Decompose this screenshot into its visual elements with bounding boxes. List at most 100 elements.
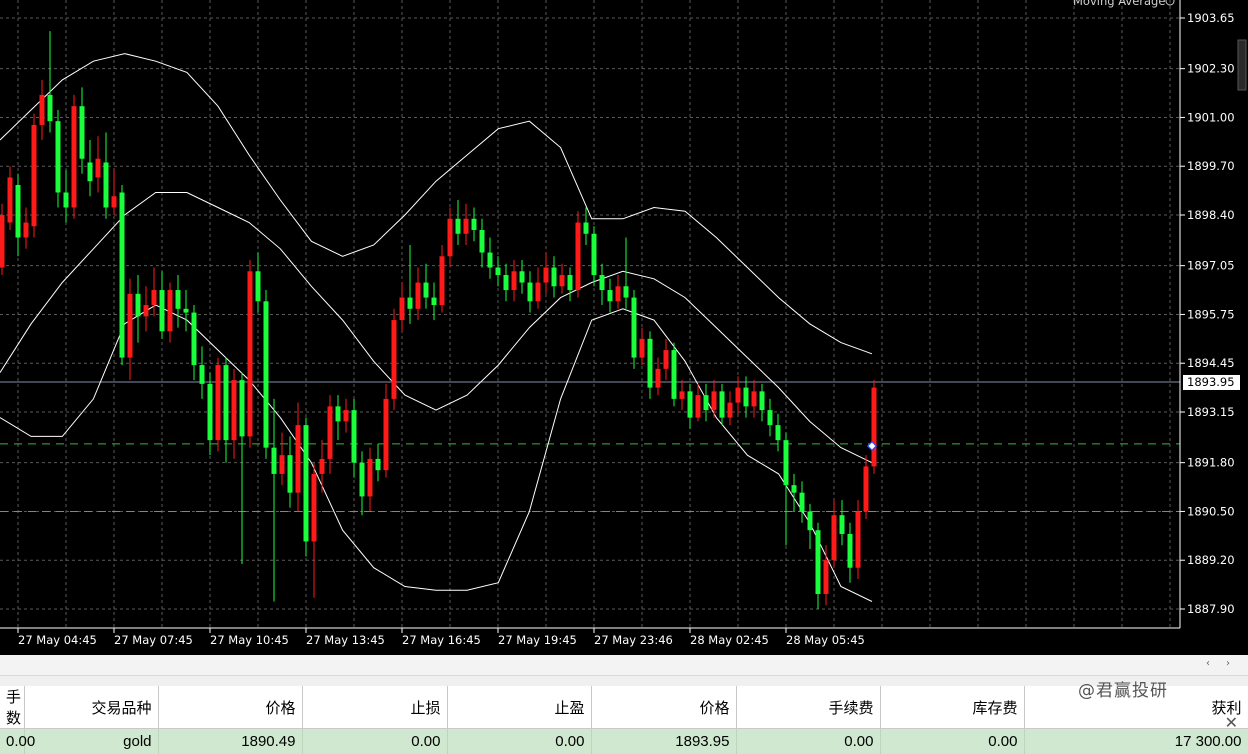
price-tick-label: 1893.15 (1187, 405, 1235, 419)
time-tick-label: 27 May 16:45 (402, 633, 481, 647)
candle-body (104, 162, 109, 207)
cell-profit: 17 300.00 (1024, 729, 1248, 754)
time-tick-label: 27 May 04:45 (18, 633, 97, 647)
candle-body (856, 511, 861, 567)
price-tick-label: 1895.75 (1187, 307, 1235, 321)
scroll-left-icon[interactable]: ‹ (1206, 658, 1210, 669)
candle-body (320, 459, 325, 474)
candle-body (688, 391, 693, 417)
candle-body (776, 425, 781, 440)
cell-current-price: 1893.95 (591, 729, 736, 754)
price-tick-label: 1897.05 (1187, 259, 1235, 273)
header-commission[interactable]: 手续费 (736, 686, 880, 729)
candle-body (736, 388, 741, 403)
candle-body (232, 380, 237, 440)
candle-body (24, 223, 29, 238)
candle-body (200, 365, 205, 384)
time-tick-label: 27 May 19:45 (498, 633, 577, 647)
candle-body (176, 290, 181, 309)
orders-table: 手数 交易品种 价格 止损 止盈 价格 手续费 库存费 获利 0.00 gold… (0, 686, 1248, 754)
candle-body (488, 253, 493, 268)
candle-body (520, 271, 525, 282)
price-tick-label: 1898.40 (1187, 208, 1235, 222)
candle-body (192, 313, 197, 366)
price-tick-label: 1901.00 (1187, 110, 1235, 124)
candle-body (256, 271, 261, 301)
candle-body (504, 275, 509, 290)
candle-body (600, 275, 605, 290)
header-current-price[interactable]: 价格 (591, 686, 736, 729)
candle-body (152, 290, 157, 305)
candle-body (408, 298, 413, 309)
header-open-price[interactable]: 价格 (158, 686, 302, 729)
candle-body (848, 534, 853, 568)
candle-body (536, 283, 541, 302)
candle-body (728, 403, 733, 418)
candle-body (808, 511, 813, 530)
candle-body (840, 515, 845, 534)
candle-body (760, 391, 765, 410)
price-tick-label: 1891.80 (1187, 456, 1235, 470)
cell-open-price: 1890.49 (158, 729, 302, 754)
candle-body (48, 95, 53, 121)
candle-body (280, 455, 285, 474)
candle-body (184, 309, 189, 313)
watermark: @君赢投研 (1078, 676, 1168, 701)
candle-body (864, 466, 869, 511)
candle-body (416, 283, 421, 309)
header-lots[interactable]: 手数 (0, 686, 24, 729)
candle-body (872, 388, 877, 467)
header-swap[interactable]: 库存费 (880, 686, 1024, 729)
candle-body (664, 350, 669, 369)
close-icon[interactable]: ✕ (1225, 713, 1238, 732)
candle-body (160, 290, 165, 331)
candle-body (376, 459, 381, 470)
candle-body (392, 320, 397, 399)
header-symbol[interactable]: 交易品种 (24, 686, 158, 729)
orders-header-row: 手数 交易品种 价格 止损 止盈 价格 手续费 库存费 获利 (0, 686, 1248, 729)
candle-body (32, 125, 37, 226)
candle-body (8, 177, 13, 222)
candle-body (440, 256, 445, 305)
candle-body (552, 268, 557, 287)
candle-body (560, 275, 565, 286)
candle-body (584, 223, 589, 234)
candle-body (632, 298, 637, 358)
candle-body (64, 192, 69, 207)
scroll-right-icon[interactable]: › (1226, 658, 1230, 669)
candle-body (832, 515, 837, 560)
candle-body (288, 455, 293, 493)
candle-body (216, 365, 221, 440)
candle-body (592, 234, 597, 275)
current-price-tag: 1893.95 (1183, 375, 1240, 390)
candle-body (72, 106, 77, 207)
candle-body (464, 219, 469, 234)
cell-lots: 0.00 (0, 729, 24, 754)
price-tick-label: 1889.20 (1187, 553, 1235, 567)
candle-body (608, 290, 613, 301)
candle-body (224, 365, 229, 440)
indicator-label: Moving Average (1073, 0, 1165, 8)
candle-body (512, 271, 517, 290)
table-row[interactable]: 0.00 gold 1890.49 0.00 0.00 1893.95 0.00… (0, 729, 1248, 754)
header-take-profit[interactable]: 止盈 (447, 686, 591, 729)
candle-body (424, 283, 429, 298)
cell-take-profit: 0.00 (447, 729, 591, 754)
candle-body (80, 106, 85, 159)
candle-body (816, 530, 821, 594)
candle-body (496, 268, 501, 276)
price-chart[interactable]: 1903.651902.301901.001899.701898.401897.… (0, 0, 1248, 655)
candle-body (696, 395, 701, 418)
price-tick-label: 1890.50 (1187, 504, 1235, 518)
candle-body (480, 230, 485, 253)
horizontal-scrollbar[interactable]: ‹ › (0, 655, 1248, 676)
candle-body (544, 268, 549, 283)
candle-body (128, 294, 133, 358)
candle-body (800, 493, 805, 512)
candle-body (792, 485, 797, 493)
chart-scrollbar[interactable] (1238, 40, 1246, 90)
candle-body (328, 406, 333, 459)
header-stop-loss[interactable]: 止损 (302, 686, 447, 729)
candle-body (136, 294, 141, 317)
candle-body (616, 286, 621, 301)
